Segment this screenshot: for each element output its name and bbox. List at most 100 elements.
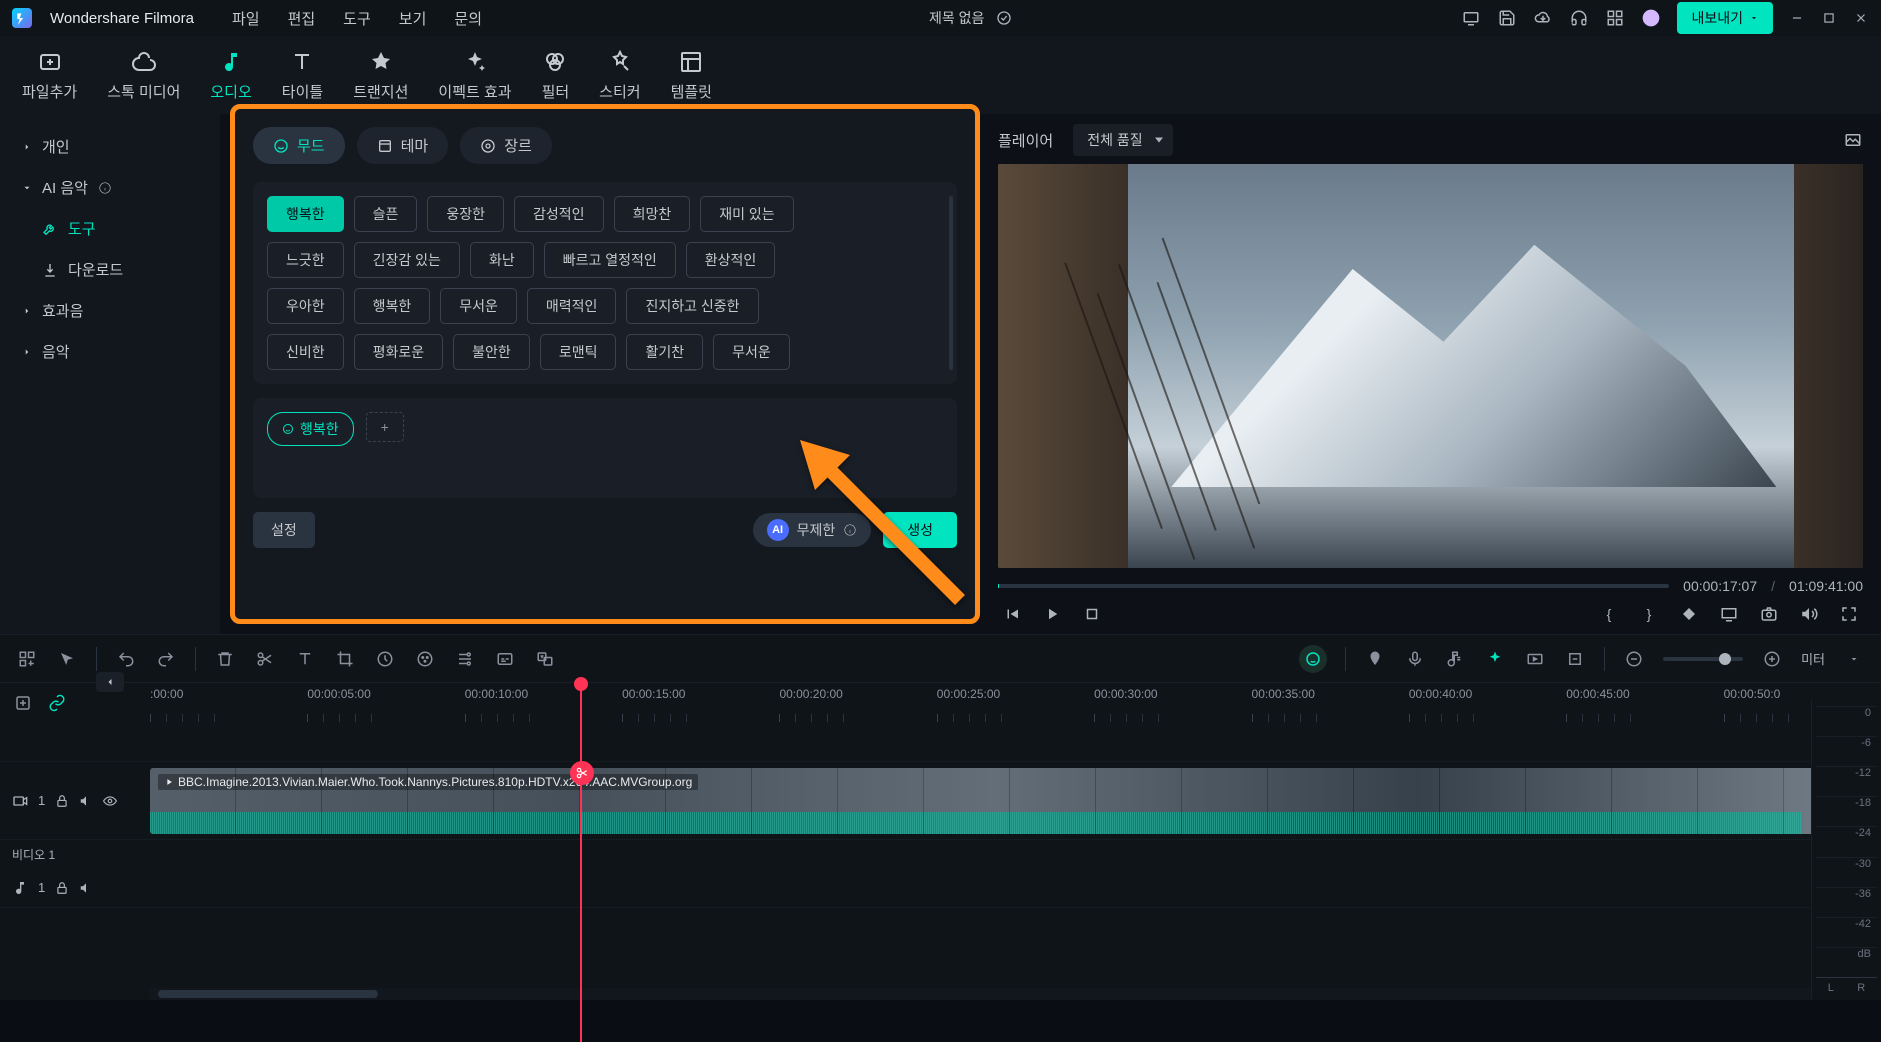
mood-tag[interactable]: 매력적인: [527, 288, 617, 324]
scrub-bar[interactable]: [998, 584, 1669, 588]
select-tool-icon[interactable]: [56, 648, 78, 670]
audio-mute-icon[interactable]: [79, 881, 93, 895]
video-track-icon[interactable]: [12, 793, 28, 809]
mood-tag[interactable]: 느긋한: [267, 242, 344, 278]
adjust-icon[interactable]: [454, 648, 476, 670]
speed-icon[interactable]: [374, 648, 396, 670]
audio-track-icon[interactable]: [12, 880, 28, 896]
add-tag-button[interactable]: +: [366, 412, 404, 442]
menu-file[interactable]: 파일: [232, 8, 260, 29]
snapshot-compare-icon[interactable]: [1843, 130, 1863, 150]
close-button[interactable]: [1853, 10, 1869, 26]
mood-tag[interactable]: 무서운: [713, 334, 790, 370]
tab-effects[interactable]: 이펙트 효과: [428, 45, 521, 106]
tab-titles[interactable]: 타이틀: [272, 45, 333, 106]
sidebar-item-music[interactable]: 음악: [8, 331, 212, 372]
unlimited-pill[interactable]: AI무제한: [753, 513, 872, 547]
mood-tag[interactable]: 웅장한: [427, 196, 504, 232]
translate-icon[interactable]: [534, 648, 556, 670]
video-preview[interactable]: [998, 164, 1863, 568]
menu-tools[interactable]: 도구: [343, 8, 371, 29]
audio-mixer-icon[interactable]: [1444, 648, 1466, 670]
render-icon[interactable]: [1524, 648, 1546, 670]
meter-chevron-icon[interactable]: [1843, 648, 1865, 670]
meter-label[interactable]: 미터: [1801, 649, 1825, 668]
mode-tab-theme[interactable]: 테마: [357, 127, 449, 164]
mood-tag[interactable]: 우아한: [267, 288, 344, 324]
display-mode-icon[interactable]: [1719, 604, 1739, 624]
link-icon[interactable]: [46, 692, 68, 714]
menu-edit[interactable]: 편집: [288, 8, 316, 29]
fit-icon[interactable]: [1564, 648, 1586, 670]
mood-tag[interactable]: 화난: [470, 242, 534, 278]
tab-filters[interactable]: 필터: [532, 45, 580, 106]
mood-tag[interactable]: 신비한: [267, 334, 344, 370]
audio-lock-icon[interactable]: [55, 881, 69, 895]
tab-templates[interactable]: 템플릿: [661, 45, 722, 106]
mood-tag[interactable]: 진지하고 신중한: [626, 288, 758, 324]
tab-import[interactable]: 파일추가: [12, 45, 87, 106]
grid-tool-icon[interactable]: [16, 648, 38, 670]
stop-button[interactable]: [1082, 604, 1102, 624]
mood-tag[interactable]: 행복한: [354, 288, 431, 324]
enhance-icon[interactable]: [1484, 648, 1506, 670]
tab-audio[interactable]: 오디오: [200, 45, 261, 106]
crop-icon[interactable]: [334, 648, 356, 670]
mark-out-button[interactable]: }: [1639, 604, 1659, 624]
record-icon[interactable]: [1404, 648, 1426, 670]
timeline-scrollbar[interactable]: [150, 988, 1881, 1000]
hide-track-icon[interactable]: [103, 794, 117, 808]
tab-stickers[interactable]: 스티커: [589, 45, 650, 106]
add-track-icon[interactable]: [12, 692, 34, 714]
selected-tag-chip[interactable]: 행복한: [267, 412, 354, 446]
maximize-button[interactable]: [1821, 10, 1837, 26]
timeline-ruler[interactable]: :00:0000:00:05:0000:00:10:0000:00:15:000…: [150, 683, 1881, 722]
apps-icon[interactable]: [1605, 8, 1625, 28]
delete-icon[interactable]: [214, 648, 236, 670]
redo-icon[interactable]: [155, 648, 177, 670]
mood-tag[interactable]: 활기찬: [626, 334, 703, 370]
snapshot-icon[interactable]: [1759, 604, 1779, 624]
text-tool-icon[interactable]: [294, 648, 316, 670]
mood-tag[interactable]: 긴장감 있는: [354, 242, 460, 278]
mood-tag[interactable]: 빠르고 열정적인: [544, 242, 676, 278]
tab-stock[interactable]: 스톡 미디어: [97, 45, 190, 106]
prev-frame-button[interactable]: [1002, 604, 1022, 624]
menu-help[interactable]: 문의: [454, 8, 482, 29]
sidebar-item-personal[interactable]: 개인: [8, 126, 212, 167]
device-icon[interactable]: [1461, 8, 1481, 28]
mode-tab-mood[interactable]: 무드: [253, 127, 345, 164]
undo-icon[interactable]: [115, 648, 137, 670]
settings-button[interactable]: 설정: [253, 512, 315, 548]
tag-scrollbar[interactable]: [949, 196, 953, 370]
split-icon[interactable]: [254, 648, 276, 670]
lock-track-icon[interactable]: [55, 794, 69, 808]
video-clip[interactable]: BBC.Imagine.2013.Vivian.Maier.Who.Took.N…: [150, 768, 1841, 834]
tab-transitions[interactable]: 트랜지션: [343, 45, 418, 106]
mark-in-button[interactable]: {: [1599, 604, 1619, 624]
volume-icon[interactable]: [1799, 604, 1819, 624]
mood-tag[interactable]: 감성적인: [514, 196, 604, 232]
mute-track-icon[interactable]: [79, 794, 93, 808]
sidebar-item-downloads[interactable]: 다운로드: [8, 249, 212, 290]
mood-tag[interactable]: 무서운: [440, 288, 517, 324]
cloud-icon[interactable]: [1533, 8, 1553, 28]
fullscreen-icon[interactable]: [1839, 604, 1859, 624]
sync-status-icon[interactable]: [994, 8, 1014, 28]
mood-tag[interactable]: 불안한: [453, 334, 530, 370]
quality-dropdown[interactable]: 전체 품질: [1073, 124, 1172, 156]
zoom-in-icon[interactable]: [1761, 648, 1783, 670]
save-icon[interactable]: [1497, 8, 1517, 28]
color-icon[interactable]: [414, 648, 436, 670]
zoom-out-icon[interactable]: [1623, 648, 1645, 670]
play-button[interactable]: [1042, 604, 1062, 624]
account-avatar[interactable]: [1641, 8, 1661, 28]
minimize-button[interactable]: [1789, 10, 1805, 26]
mode-tab-genre[interactable]: 장르: [460, 127, 552, 164]
keyframe-icon[interactable]: [1679, 604, 1699, 624]
sidebar-item-ai-music[interactable]: AI 음악: [8, 167, 212, 208]
mood-tag[interactable]: 행복한: [267, 196, 344, 232]
mood-tag[interactable]: 평화로운: [354, 334, 444, 370]
mood-tag[interactable]: 슬픈: [354, 196, 418, 232]
ai-tools-icon[interactable]: [1299, 645, 1327, 673]
